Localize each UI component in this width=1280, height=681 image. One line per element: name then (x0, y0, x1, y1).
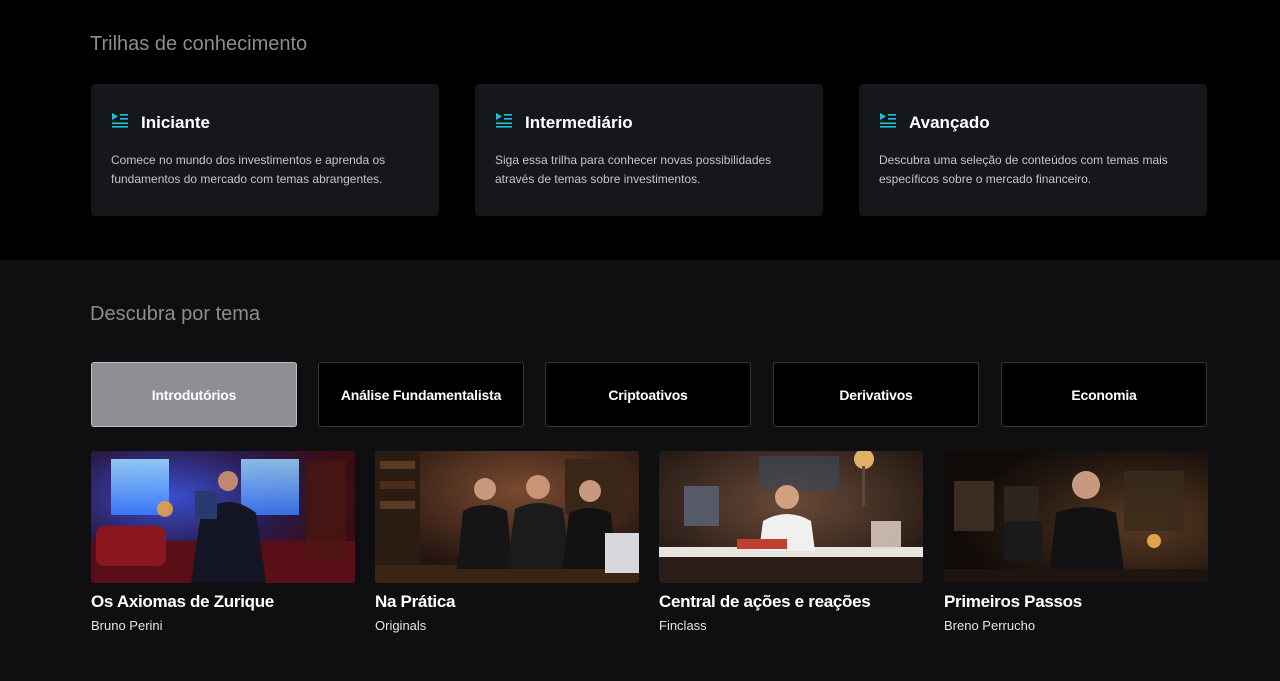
trail-description: Comece no mundo dos investimentos e apre… (111, 153, 386, 186)
course-card[interactable]: Central de ações e reações Finclass (659, 451, 923, 633)
course-author: Originals (375, 618, 427, 633)
tab-introdutorios[interactable]: Introdutórios (91, 362, 297, 427)
playlist-icon (111, 112, 141, 133)
course-card[interactable]: Os Axiomas de Zurique Bruno Perini (91, 451, 355, 633)
course-author: Bruno Perini (91, 618, 163, 633)
tab-analise-fundamentalista[interactable]: Análise Fundamentalista (318, 362, 524, 427)
course-card[interactable]: Na Prática Originals (375, 451, 639, 633)
trail-card-avancado[interactable]: Avançado Descubra uma seleção de conteúd… (859, 84, 1207, 216)
trail-description: Descubra uma seleção de conteúdos com te… (879, 153, 1168, 186)
trail-description: Siga essa trilha para conhecer novas pos… (495, 153, 772, 186)
course-author: Finclass (659, 618, 707, 633)
course-title: Primeiros Passos (944, 592, 1082, 611)
playlist-icon (879, 112, 909, 133)
course-thumbnail (659, 451, 923, 583)
trails-heading: Trilhas de conhecimento (90, 33, 308, 55)
trail-title: Iniciante (141, 112, 210, 132)
course-author: Breno Perruchо (944, 618, 1036, 633)
course-title: Na Prática (375, 592, 456, 611)
course-title: Central de ações e reações (659, 592, 871, 611)
trail-title: Avançado (909, 112, 990, 132)
trail-card-intermediario[interactable]: Intermediário Siga essa trilha para conh… (475, 84, 823, 216)
course-thumbnail (375, 451, 639, 583)
playlist-icon (495, 112, 525, 133)
course-thumbnail (91, 451, 355, 583)
trail-card-iniciante[interactable]: Iniciante Comece no mundo dos investimen… (91, 84, 439, 216)
course-thumbnail (944, 451, 1208, 583)
course-card[interactable]: Primeiros Passos Breno Perruchо (944, 451, 1208, 633)
trail-title: Intermediário (525, 112, 633, 132)
course-title: Os Axiomas de Zurique (91, 592, 274, 611)
tab-derivativos[interactable]: Derivativos (773, 362, 979, 427)
topics-heading: Descubra por tema (90, 303, 261, 325)
tab-economia[interactable]: Economia (1001, 362, 1207, 427)
tab-criptoativos[interactable]: Criptoativos (545, 362, 751, 427)
